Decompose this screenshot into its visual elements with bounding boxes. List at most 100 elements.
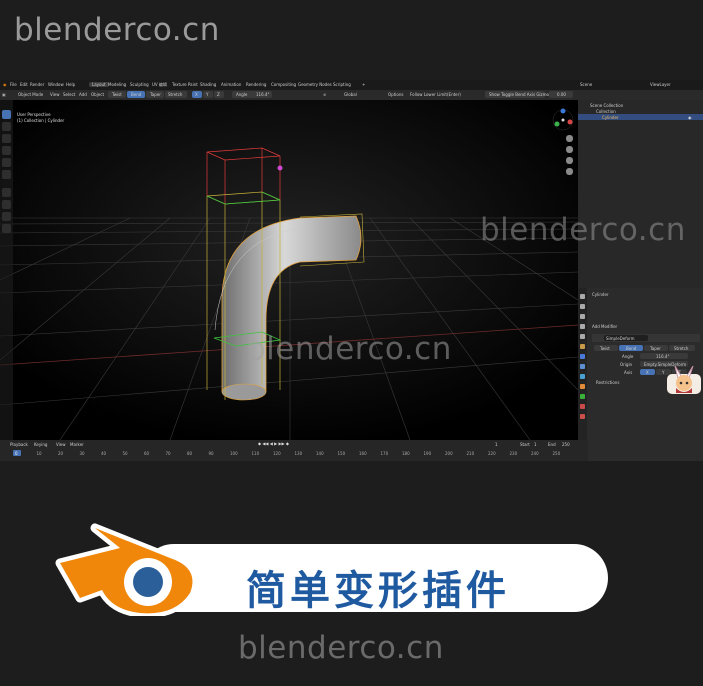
- outliner-selected-row[interactable]: [578, 114, 703, 120]
- current-frame-field[interactable]: 1: [495, 442, 498, 447]
- timeline-tick-label: 30: [79, 451, 85, 456]
- measure-tool-icon[interactable]: [2, 200, 11, 209]
- title-banner: 简单变形插件: [50, 518, 608, 616]
- object-mode-dropdown[interactable]: Object Mode: [18, 92, 43, 97]
- props-taper-label: Taper: [650, 346, 661, 351]
- timeline-tick-label: 230: [509, 451, 518, 456]
- annotate-tool-icon[interactable]: [2, 188, 11, 197]
- modifier-props-icon[interactable]: [580, 354, 585, 359]
- tab-scripting[interactable]: Scripting: [333, 82, 351, 87]
- transform-tool-icon[interactable]: [2, 170, 11, 179]
- timeline-tick-label: 20: [58, 451, 64, 456]
- tab-modeling[interactable]: Modeling: [108, 82, 126, 87]
- timeline-view-menu[interactable]: View: [56, 442, 66, 447]
- simple-deform-tool-icon[interactable]: [2, 224, 11, 233]
- menu-edit[interactable]: Edit: [20, 82, 28, 87]
- menu-window[interactable]: Window: [48, 82, 64, 87]
- data-props-icon[interactable]: [580, 394, 585, 399]
- follow-lower-limit[interactable]: Follow Lower Limit(Enter): [410, 92, 461, 97]
- scene-props-icon[interactable]: [580, 334, 585, 339]
- empty-origin-point: [277, 165, 283, 171]
- view-layer-selector[interactable]: ViewLayer: [650, 82, 671, 87]
- menu-add[interactable]: Add: [79, 92, 87, 97]
- transform-pivot-icon[interactable]: ⊕: [323, 92, 326, 97]
- angle-value: 116.4°: [256, 92, 270, 97]
- axis-y-label: Y: [206, 92, 209, 97]
- physics-props-icon[interactable]: [580, 374, 585, 379]
- viewport-scene: [0, 100, 578, 440]
- menu-select[interactable]: Select: [63, 92, 75, 97]
- object-props-icon[interactable]: [580, 344, 585, 349]
- props-angle-value: 116.4°: [656, 354, 670, 359]
- timeline-panel: Playback Keying View Marker ◆ ◀◀ ◀ ▶ ▶▶ …: [0, 440, 588, 461]
- output-props-icon[interactable]: [580, 314, 585, 319]
- blender-window: ◉ File Edit Render Window Help Layout Mo…: [0, 80, 703, 461]
- end-value[interactable]: 250: [562, 442, 570, 447]
- menu-render[interactable]: Render: [30, 82, 44, 87]
- watermark-middle-right: blenderco.cn: [480, 212, 686, 248]
- render-props-icon[interactable]: [580, 304, 585, 309]
- timeline-tick-label: 90: [208, 451, 214, 456]
- mode-taper-label: Taper: [150, 92, 161, 97]
- visibility-eye-icon[interactable]: ◉: [688, 115, 692, 120]
- menu-file[interactable]: File: [10, 82, 17, 87]
- tab-shading[interactable]: Shading: [200, 82, 216, 87]
- timeline-tick-label: 80: [187, 451, 193, 456]
- cylinder-base: [221, 383, 267, 401]
- tab-animation[interactable]: Animation: [221, 82, 241, 87]
- particles-props-icon[interactable]: [580, 364, 585, 369]
- timeline-playback-menu[interactable]: Playback: [10, 442, 28, 447]
- tab-compositing[interactable]: Compositing: [271, 82, 296, 87]
- texture-props-icon[interactable]: [580, 414, 585, 419]
- outliner-object-cylinder[interactable]: Cylinder: [602, 115, 619, 120]
- playback-controls-icon[interactable]: ◆ ◀◀ ◀ ▶ ▶▶ ◆: [258, 441, 289, 446]
- bunny-girl-sticker-icon: [667, 366, 701, 394]
- cursor-tool-icon[interactable]: [2, 122, 11, 131]
- viewport-collection-label: (1) Collection | Cylinder: [17, 118, 65, 123]
- properties-object-name: Cylinder: [592, 292, 609, 297]
- menu-bar: ◉ File Edit Render Window Help Layout Mo…: [0, 80, 703, 90]
- select-box-icon[interactable]: ▣: [2, 92, 6, 97]
- restrictions-subpanel[interactable]: Restrictions: [596, 380, 619, 385]
- constraints-props-icon[interactable]: [580, 384, 585, 389]
- options-dropdown[interactable]: Options: [388, 92, 403, 97]
- scale-tool-icon[interactable]: [2, 158, 11, 167]
- rotate-tool-icon[interactable]: [2, 146, 11, 155]
- viewport-background: [0, 100, 578, 440]
- blender-logo-icon: [55, 523, 197, 616]
- move-tool-icon[interactable]: [2, 134, 11, 143]
- view-layer-props-icon[interactable]: [580, 324, 585, 329]
- timeline-tick-label: 190: [423, 451, 432, 456]
- menu-view[interactable]: View: [50, 92, 60, 97]
- outliner-scene-collection[interactable]: Scene Collection: [590, 103, 623, 108]
- add-workspace-icon[interactable]: +: [362, 82, 365, 87]
- axis-x-label: X: [195, 92, 198, 97]
- tab-geometry-nodes[interactable]: Geometry Nodes: [298, 82, 332, 87]
- select-tool-icon[interactable]: [2, 110, 11, 119]
- material-props-icon[interactable]: [580, 404, 585, 409]
- add-modifier-button[interactable]: Add Modifier: [592, 324, 617, 329]
- tool-props-icon[interactable]: [580, 294, 585, 299]
- transform-orientation-dropdown[interactable]: Global: [344, 92, 357, 97]
- timeline-keying-menu[interactable]: Keying: [34, 442, 47, 447]
- show-gizmo-label: Show Toggle Bend Axis Gizmo: [489, 92, 549, 97]
- tab-uv-editing[interactable]: UV 编辑: [152, 82, 167, 88]
- 3d-viewport[interactable]: User Perspective (1) Collection | Cylind…: [0, 100, 578, 440]
- timeline-marker-menu[interactable]: Marker: [70, 442, 84, 447]
- tab-texture-paint[interactable]: Texture Paint: [172, 82, 198, 87]
- scene-selector[interactable]: Scene: [580, 82, 592, 87]
- add-cube-tool-icon[interactable]: [2, 212, 11, 221]
- menu-help[interactable]: Help: [66, 82, 75, 87]
- tab-rendering[interactable]: Rendering: [246, 82, 266, 87]
- blender-logo-icon[interactable]: ◉: [3, 82, 7, 87]
- tab-sculpting[interactable]: Sculpting: [130, 82, 149, 87]
- timeline-tick-label: 10: [36, 451, 42, 456]
- menu-object[interactable]: Object: [91, 92, 104, 97]
- timeline-tick-label: 140: [316, 451, 324, 456]
- props-axis-x-label: X: [646, 370, 649, 375]
- props-angle-label: Angle: [622, 354, 634, 359]
- timeline-tick-label: 0: [15, 451, 18, 456]
- tab-layout[interactable]: Layout: [89, 82, 109, 87]
- timeline-tick-label: 210: [466, 451, 475, 456]
- start-value[interactable]: 1: [534, 442, 537, 447]
